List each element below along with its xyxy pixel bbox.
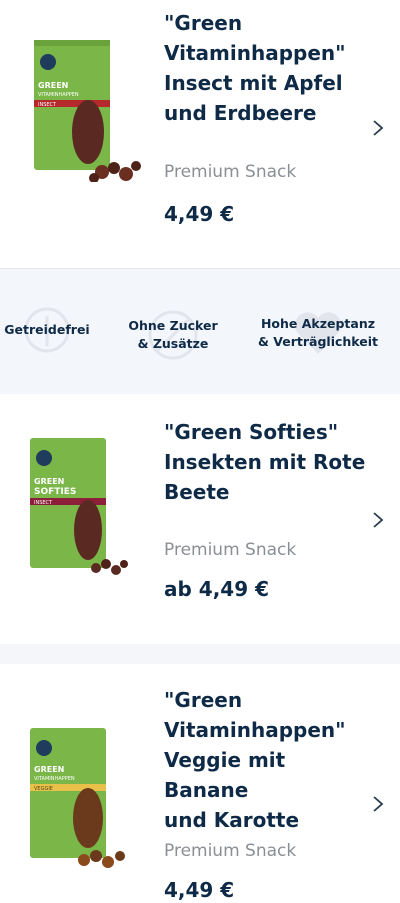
pack-line1: GREEN xyxy=(34,477,64,486)
product-price: ab 4,49 € xyxy=(164,577,269,601)
pack-line2: SOFTIES xyxy=(34,487,76,497)
product-category: Premium Snack xyxy=(164,841,297,861)
product-name: "Green Softies" Insekten mit Rote Beete xyxy=(164,420,366,504)
chevron-right-icon[interactable] xyxy=(370,118,386,138)
product-price: 4,49 € xyxy=(164,202,235,226)
chevron-right-icon[interactable] xyxy=(370,794,386,814)
feature-acceptance: Hohe Akzeptanz & Verträglichkeit xyxy=(258,312,378,354)
pack-line1: GREEN xyxy=(38,81,68,90)
product-card[interactable]: GREEN VITAMINHAPPEN INSECT "Green Vitami… xyxy=(0,0,400,268)
product-name: "Green Vitaminhappen" Veggie mit Banane … xyxy=(164,688,346,832)
product-image: GREEN SOFTIES INSECT xyxy=(30,438,128,575)
product-category: Premium Snack xyxy=(164,162,297,182)
product-card[interactable]: GREEN SOFTIES INSECT "Green Softies" Ins… xyxy=(0,394,400,644)
chevron-right-icon[interactable] xyxy=(370,510,386,530)
product-image: GREEN VITAMINHAPPEN VEGGIE xyxy=(30,728,125,868)
product-image: GREEN VITAMINHAPPEN INSECT xyxy=(34,40,141,182)
product-name: "Green Vitaminhappen" Insect mit Apfel u… xyxy=(164,11,346,125)
pack-line2: VITAMINHAPPEN xyxy=(34,776,75,782)
features-strip: Getreidefrei Ohne Zucker & Zusätze Hohe … xyxy=(0,268,400,396)
product-price: 4,49 € xyxy=(164,878,235,902)
pack-variant: INSECT xyxy=(34,500,53,506)
pack-variant: INSECT xyxy=(38,102,57,108)
product-card[interactable]: GREEN VITAMINHAPPEN VEGGIE "Green Vitami… xyxy=(0,664,400,903)
pack-line2: VITAMINHAPPEN xyxy=(38,92,79,98)
pack-variant: VEGGIE xyxy=(34,786,53,792)
pack-line1: GREEN xyxy=(34,765,64,774)
feature-grain-free: Getreidefrei xyxy=(0,307,102,353)
product-category: Premium Snack xyxy=(164,540,297,560)
feature-no-sugar: Ohne Zucker & Zusätze xyxy=(118,310,228,360)
